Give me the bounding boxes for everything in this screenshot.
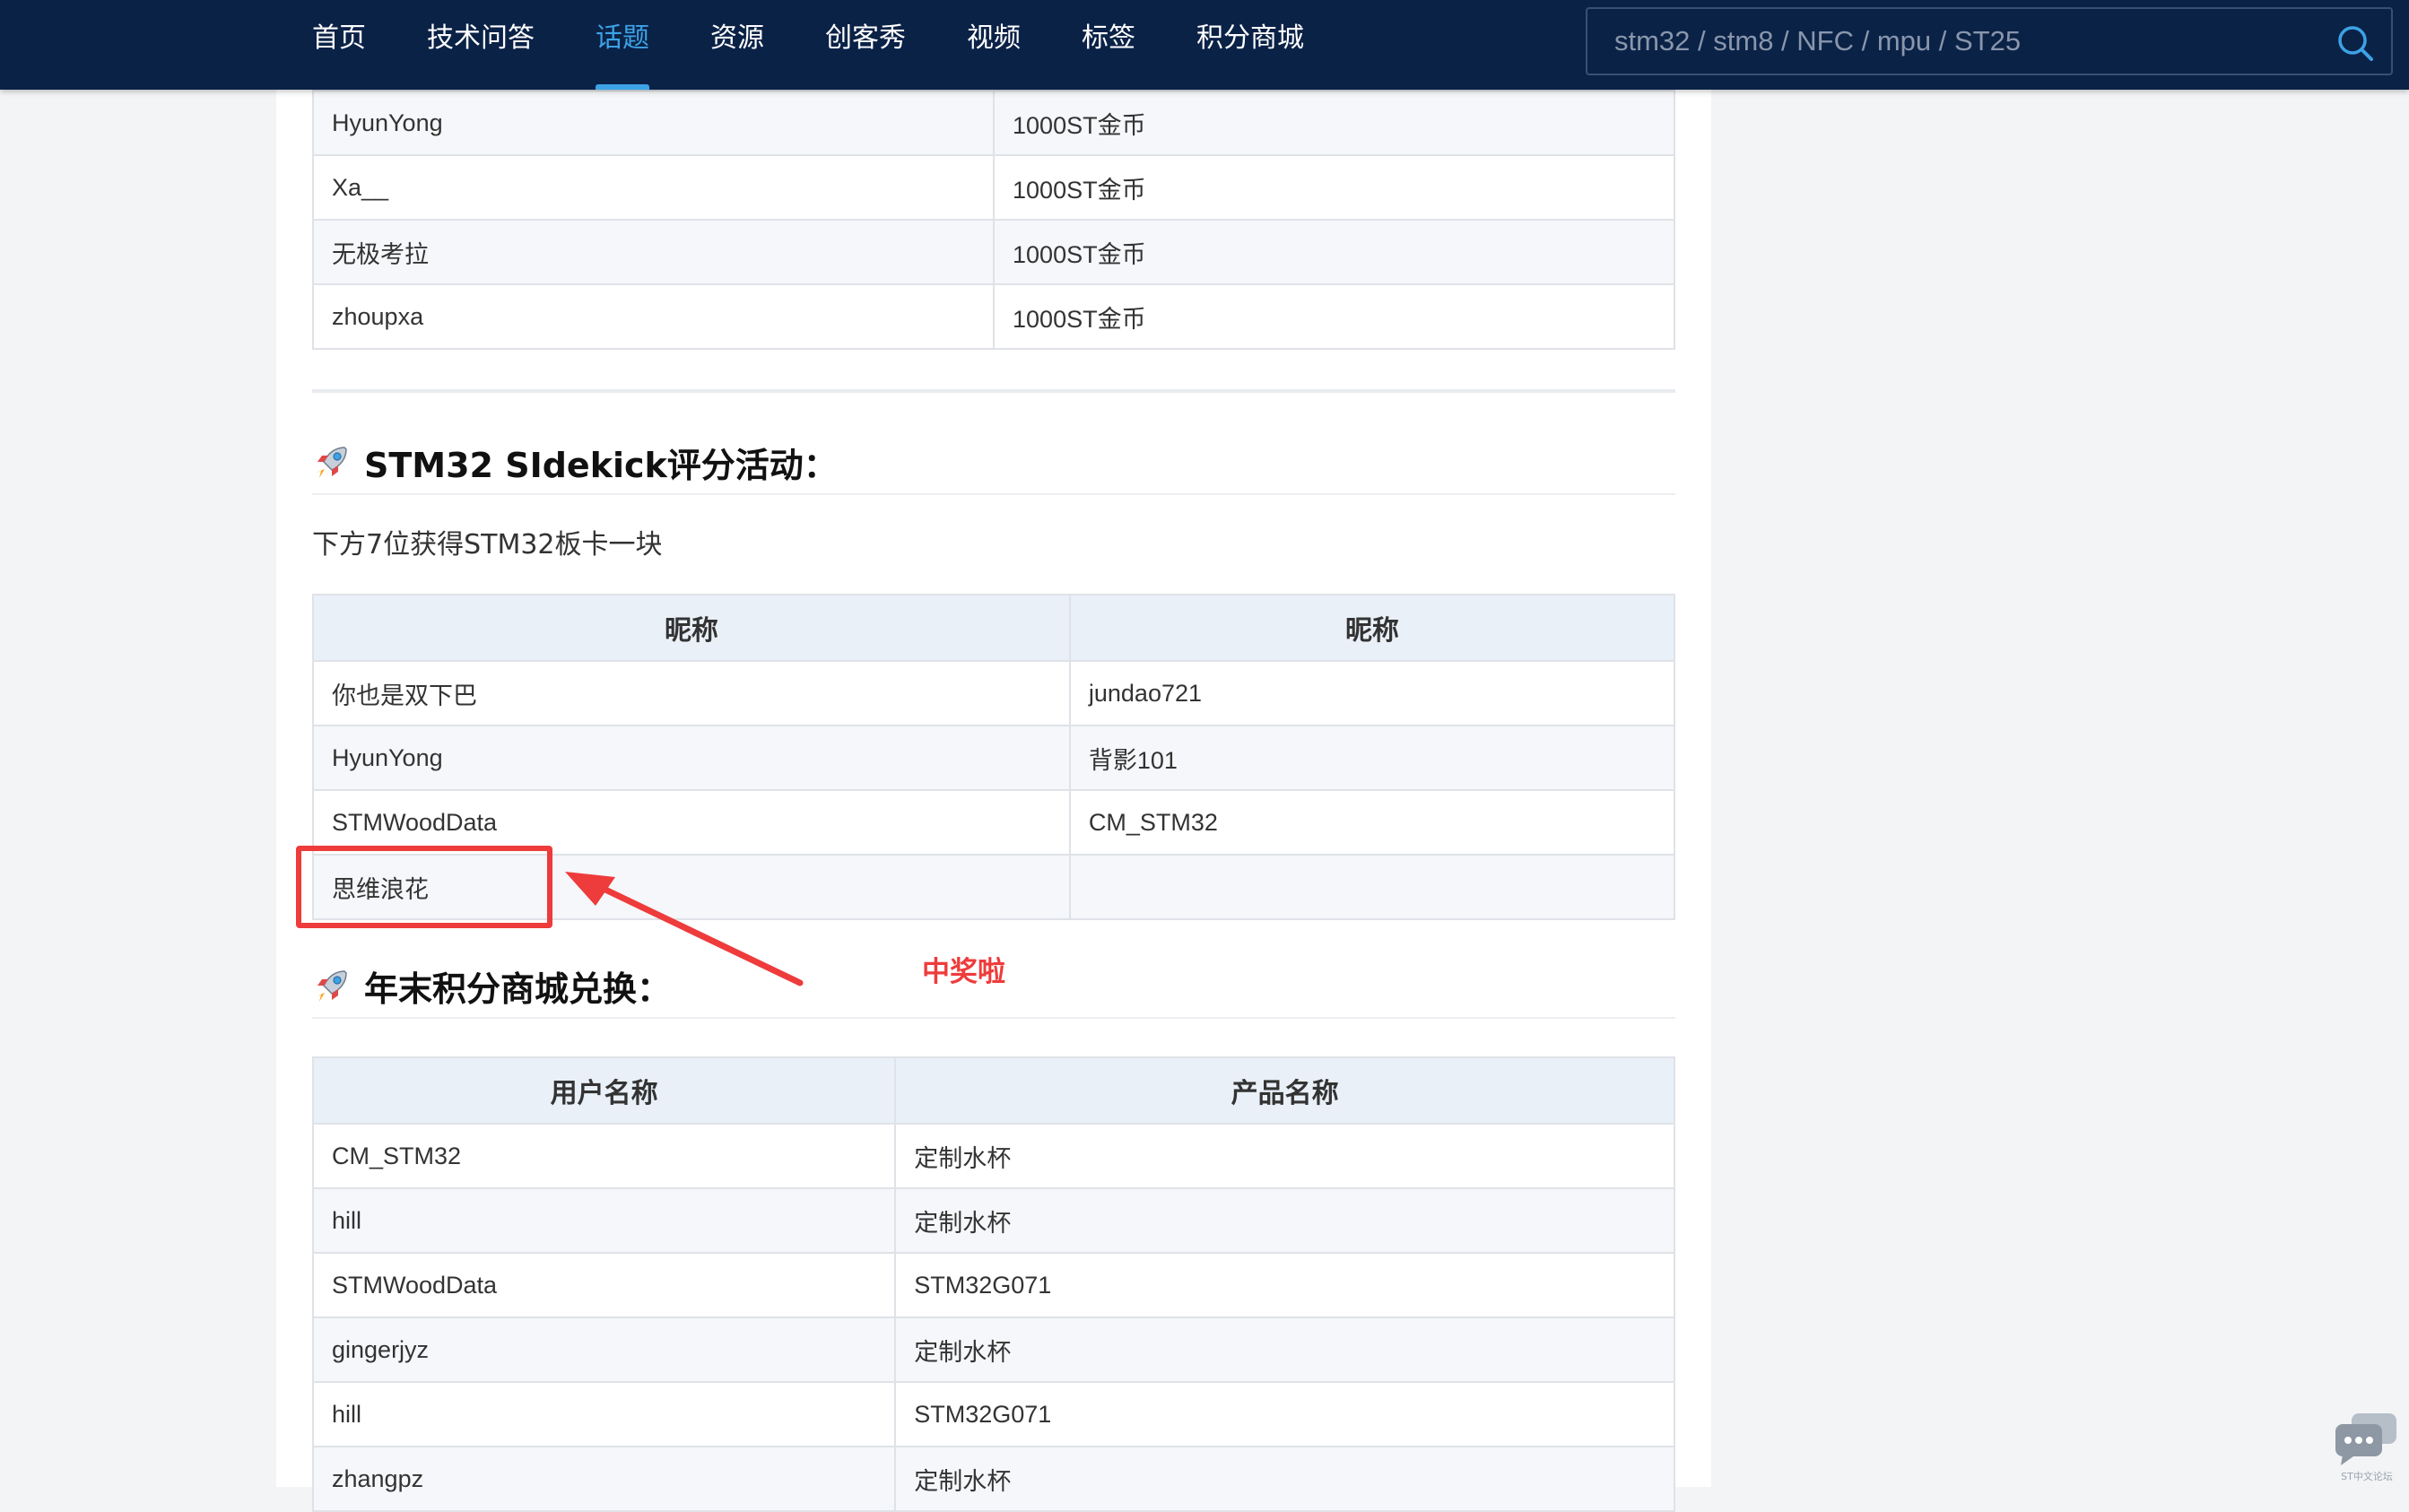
table-cell: hill xyxy=(311,1187,897,1254)
table-cell: 定制水杯 xyxy=(894,1446,1675,1512)
table-header-row: 昵称 昵称 xyxy=(312,594,1676,662)
table-row: HyunYong 背影101 xyxy=(312,725,1676,791)
table-cell: CM_STM32 xyxy=(1068,789,1676,856)
section-title-sidekick: STM32 SIdekick评分活动： xyxy=(312,430,1675,495)
search-icon[interactable] xyxy=(2335,23,2375,63)
table-cell: 1000ST金币 xyxy=(993,219,1675,285)
table-cell: HyunYong xyxy=(311,90,996,156)
table-cell: jundao721 xyxy=(1068,660,1676,726)
nav-item-maker-show[interactable]: 创客秀 xyxy=(825,0,906,90)
search-input[interactable] xyxy=(1613,9,2294,74)
table-cell: 定制水杯 xyxy=(894,1187,1675,1254)
table-cell: Xa__ xyxy=(311,154,996,221)
article-content: HyunYong 1000ST金币 Xa__ 1000ST金币 无极考拉 100… xyxy=(276,0,1711,1512)
table-cell xyxy=(1068,854,1676,920)
table-row: CM_STM32 定制水杯 xyxy=(311,1123,1675,1189)
table-header-cell: 昵称 xyxy=(312,594,1071,662)
table-cell: HyunYong xyxy=(312,725,1071,791)
table-header-row: 用户名称 产品名称 xyxy=(311,1056,1675,1125)
table-cell: gingerjyz xyxy=(311,1316,897,1383)
table-cell: 1000ST金币 xyxy=(993,154,1675,221)
table-cell: hill xyxy=(311,1381,897,1447)
nav-item-tags[interactable]: 标签 xyxy=(1082,0,1135,90)
top-navbar: 首页 技术问答 话题 资源 创客秀 视频 标签 积分商城 xyxy=(0,0,2409,90)
rocket-icon xyxy=(316,447,347,478)
table-cell: 1000ST金币 xyxy=(993,283,1675,350)
rewards-table: HyunYong 1000ST金币 Xa__ 1000ST金币 无极考拉 100… xyxy=(311,90,1675,350)
table-cell: 你也是双下巴 xyxy=(312,660,1071,726)
table-row: zhoupxa 1000ST金币 xyxy=(311,283,1675,350)
chat-bubble-icon[interactable] xyxy=(2332,1408,2402,1469)
table-cell: CM_STM32 xyxy=(311,1123,897,1189)
table-row: zhangpz 定制水杯 xyxy=(311,1446,1675,1512)
table-cell: 定制水杯 xyxy=(894,1316,1675,1383)
table-row: gingerjyz 定制水杯 xyxy=(311,1316,1675,1383)
table-row: Xa__ 1000ST金币 xyxy=(311,154,1675,221)
section-subtitle: 下方7位获得STM32板卡一块 xyxy=(312,529,663,560)
chat-label: ST中文论坛 xyxy=(2341,1471,2393,1482)
nav-item-video[interactable]: 视频 xyxy=(967,0,1021,90)
table-row: 无极考拉 1000ST金币 xyxy=(311,219,1675,285)
annotation-label: 中奖啦 xyxy=(922,956,1005,988)
table-cell: STM32G071 xyxy=(894,1252,1675,1318)
nav-menu: 首页 技术问答 话题 资源 创客秀 视频 标签 积分商城 xyxy=(312,0,1365,90)
table-row: hill 定制水杯 xyxy=(311,1187,1675,1254)
table-cell: 定制水杯 xyxy=(894,1123,1675,1189)
chat-widget[interactable]: ST中文论坛 xyxy=(2332,1408,2402,1482)
section-divider xyxy=(312,389,1675,393)
section-title-text: STM32 SIdekick评分活动： xyxy=(364,445,838,485)
points-exchange-table: 用户名称 产品名称 CM_STM32 定制水杯 hill 定制水杯 STMWoo… xyxy=(311,1056,1675,1512)
table-row: hill STM32G071 xyxy=(311,1381,1675,1447)
table-cell: 背影101 xyxy=(1068,725,1676,791)
nav-item-points-mall[interactable]: 积分商城 xyxy=(1196,0,1304,90)
table-cell: zhoupxa xyxy=(311,283,996,350)
table-row: STMWoodData STM32G071 xyxy=(311,1252,1675,1318)
table-row: HyunYong 1000ST金币 xyxy=(311,90,1675,156)
highlight-box xyxy=(296,846,552,928)
table-row: 你也是双下巴 jundao721 xyxy=(312,660,1676,726)
table-cell: 1000ST金币 xyxy=(993,90,1675,156)
rocket-icon xyxy=(316,970,347,1002)
table-header-cell: 产品名称 xyxy=(894,1056,1675,1125)
table-cell: zhangpz xyxy=(311,1446,897,1512)
nav-item-resources[interactable]: 资源 xyxy=(710,0,764,90)
table-cell: STMWoodData xyxy=(311,1252,897,1318)
annotation-arrow-icon xyxy=(565,872,804,986)
search-box xyxy=(1586,7,2393,75)
table-header-cell: 用户名称 xyxy=(311,1056,897,1125)
table-cell: STM32G071 xyxy=(894,1381,1675,1447)
table-header-cell: 昵称 xyxy=(1068,594,1676,662)
table-cell: 无极考拉 xyxy=(311,219,996,285)
nav-item-home[interactable]: 首页 xyxy=(312,0,366,90)
nav-item-topics[interactable]: 话题 xyxy=(596,0,649,90)
nav-item-qa[interactable]: 技术问答 xyxy=(427,0,535,90)
